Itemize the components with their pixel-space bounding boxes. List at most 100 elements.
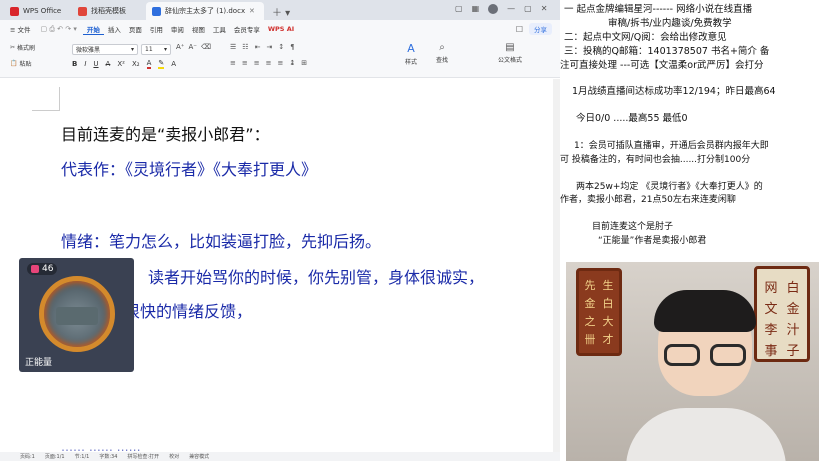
scroll-char: 李 xyxy=(764,323,778,338)
font-color-icon[interactable]: A xyxy=(146,59,152,69)
grid-icon[interactable]: ▦ xyxy=(472,4,480,14)
calligraphy-scroll-right: 网 文 李 事 白 金 汁 子 xyxy=(754,266,810,362)
doc-paragraph[interactable]: 情绪：笔力怎么，比如装逼打脸，先抑后扬。 xyxy=(61,228,381,252)
info-line: 二：起点中文网/Q阅：会给出修改意见 xyxy=(564,32,727,43)
close-icon[interactable]: ✕ xyxy=(541,4,548,14)
info-line: 今日0/0 .....最高55 最低0 xyxy=(576,113,688,124)
quick-access-icons[interactable]: ▢ ⎙ ↶ ↷ ▾ xyxy=(41,25,77,34)
line-spacing-icon[interactable]: ↨ xyxy=(289,59,295,67)
menu-wps-ai[interactable]: WPS AI xyxy=(264,25,298,33)
sort-icon[interactable]: ↕ xyxy=(278,43,284,51)
align-left-icon[interactable]: ≡ xyxy=(230,59,236,67)
tab-label: WPS Office xyxy=(23,7,62,15)
align-center-icon[interactable]: ≡ xyxy=(242,59,248,67)
comment-icon[interactable]: ☐ xyxy=(516,25,523,34)
char-shading-icon[interactable]: A xyxy=(171,60,176,68)
bullet-list-icon[interactable]: ☰ xyxy=(230,43,236,51)
align-right-icon[interactable]: ≡ xyxy=(254,59,260,67)
underline-icon[interactable]: U xyxy=(93,60,98,68)
text-format-group: B I U A X² X₂ A ✎ A xyxy=(72,59,176,69)
close-tab-icon[interactable]: ✕ xyxy=(249,7,255,15)
find-button[interactable]: ⌕ 查找 xyxy=(436,42,448,64)
indent-icon[interactable]: ⇥ xyxy=(266,43,272,51)
info-line: 注可直接处理 ---可选【文温柔or武严厉】会打分 xyxy=(560,60,764,71)
subscript-icon[interactable]: X₂ xyxy=(132,60,140,68)
layout-icon[interactable]: ▢ xyxy=(455,4,463,14)
share-button[interactable]: 分享 xyxy=(529,23,552,35)
new-tab-button[interactable]: ＋ ▾ xyxy=(266,2,296,20)
status-word-count[interactable]: 字数:34 xyxy=(99,453,117,460)
format-painter-button[interactable]: ✂ 格式刷 xyxy=(10,43,35,52)
menu-member[interactable]: 会员专享 xyxy=(230,24,264,34)
bold-icon[interactable]: B xyxy=(72,60,77,68)
status-pages[interactable]: 页面:1/1 xyxy=(45,453,65,460)
font-name-value: 微软雅黑 xyxy=(76,47,101,54)
vertical-scrollbar[interactable] xyxy=(553,79,560,452)
font-grow-shrink[interactable]: A⁺ A⁻ ⌫ xyxy=(176,43,211,51)
doc-logo-icon xyxy=(152,6,161,16)
scroll-char: 生 xyxy=(602,279,614,292)
scroll-char: 白 xyxy=(602,297,614,310)
font-name-select[interactable]: 微软雅黑 ▾ xyxy=(72,44,138,55)
menu-reference[interactable]: 引用 xyxy=(146,24,167,34)
person-hair xyxy=(654,290,756,332)
font-size-select[interactable]: 11 ▾ xyxy=(141,44,171,55)
avatar[interactable] xyxy=(488,4,499,14)
italic-icon[interactable]: I xyxy=(84,60,86,68)
paste-button[interactable]: 📋 粘贴 xyxy=(10,59,32,68)
clear-format-icon[interactable]: ⌫ xyxy=(201,43,211,51)
tab-templates[interactable]: 找稻壳模板 xyxy=(72,2,144,20)
show-marks-icon[interactable]: ¶ xyxy=(290,43,294,51)
scroll-char: 事 xyxy=(764,344,778,359)
tab-wps-office[interactable]: WPS Office xyxy=(4,2,70,20)
status-section[interactable]: 节:1/1 xyxy=(75,453,90,460)
doc-paragraph[interactable]: 读者开始骂你的时候，你先别管，身体很诚实， xyxy=(148,264,484,288)
wps-logo-icon xyxy=(10,6,19,16)
tab-document[interactable]: 辞仙宗主太多了 (1).docx ✕ xyxy=(146,2,264,20)
paste-icon: 📋 xyxy=(10,60,18,67)
outdent-icon[interactable]: ⇤ xyxy=(255,43,261,51)
viewer-count: 46 xyxy=(42,264,54,274)
chevron-down-icon: ▾ xyxy=(130,46,134,53)
info-line: 审稿/拆书/业内趣谈/免费教学 xyxy=(608,18,732,29)
menu-view[interactable]: 视图 xyxy=(188,24,209,34)
border-icon[interactable]: ⊞ xyxy=(301,59,307,67)
grow-font-icon[interactable]: A⁺ xyxy=(176,43,184,51)
highlight-icon[interactable]: ✎ xyxy=(158,59,165,69)
cover-image xyxy=(39,276,115,352)
shrink-font-icon[interactable]: A⁻ xyxy=(188,43,196,51)
strikethrough-icon[interactable]: A xyxy=(106,60,111,68)
layout-button[interactable]: ▤ 公文格式 xyxy=(498,42,522,64)
menu-page[interactable]: 页面 xyxy=(125,24,146,34)
justify-icon[interactable]: ≡ xyxy=(266,59,272,67)
font-size-value: 11 xyxy=(145,46,153,53)
doc-paragraph[interactable]: 代表作：《灵境行者》《大奉打更人》 xyxy=(61,156,317,180)
scroll-char: 文 xyxy=(764,302,778,317)
menu-home[interactable]: 开始 xyxy=(82,24,104,35)
number-list-icon[interactable]: ☷ xyxy=(242,43,248,51)
template-logo-icon xyxy=(78,6,87,16)
status-bar: 页码:1 页面:1/1 节:1/1 字数:34 拼写检查:打开 校对 兼容模式 xyxy=(0,452,560,461)
doc-paragraph[interactable]: 很快的情绪反馈， xyxy=(124,298,252,322)
superscript-icon[interactable]: X² xyxy=(117,60,125,68)
distribute-icon[interactable]: ≡ xyxy=(278,59,284,67)
status-page[interactable]: 页码:1 xyxy=(20,453,35,460)
document-format-icon: ▤ xyxy=(505,42,515,53)
chevron-down-icon: ▾ xyxy=(163,46,167,53)
menu-insert[interactable]: 插入 xyxy=(104,24,125,34)
status-compat[interactable]: 兼容模式 xyxy=(189,453,209,460)
doc-paragraph[interactable]: 目前连麦的是“卖报小郎君”： xyxy=(61,121,270,145)
status-spellcheck[interactable]: 拼写检查:打开 xyxy=(127,453,159,460)
glasses-left-lens xyxy=(664,344,700,366)
live-pip-overlay[interactable]: 46 正能量 xyxy=(19,258,134,372)
viewer-count-badge: 46 xyxy=(27,263,58,275)
scroll-char: 先 xyxy=(584,279,596,292)
maximize-icon[interactable]: ▢ xyxy=(524,4,532,14)
menu-tools[interactable]: 工具 xyxy=(209,24,230,34)
menu-file[interactable]: ≡ 文件 xyxy=(6,24,35,34)
minimize-icon[interactable]: — xyxy=(507,4,515,14)
menu-review[interactable]: 审阅 xyxy=(167,24,188,34)
style-button[interactable]: A 样式 xyxy=(405,42,417,66)
status-proofread[interactable]: 校对 xyxy=(169,453,179,460)
scroll-char: 子 xyxy=(786,344,800,359)
